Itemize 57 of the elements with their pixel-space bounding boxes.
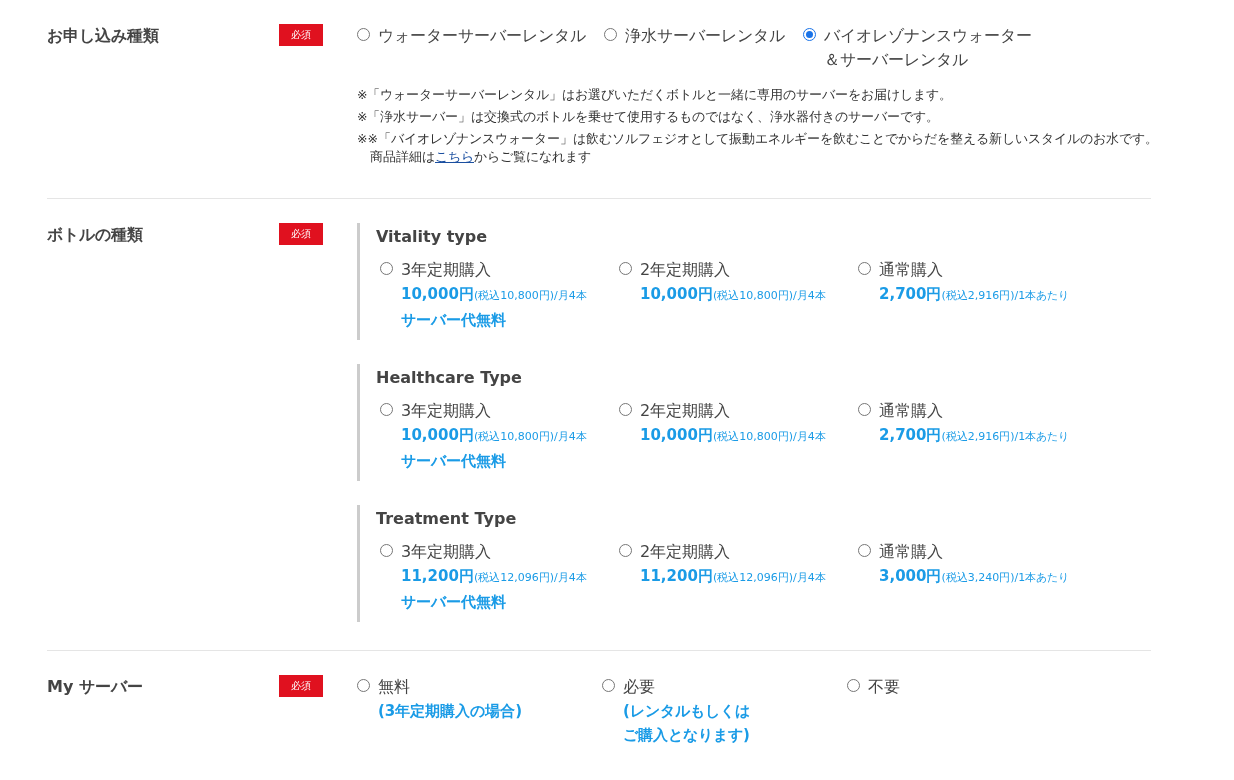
option-label: 3年定期購入 — [401, 400, 493, 422]
group-title: Healthcare Type — [376, 368, 523, 387]
radio-button[interactable] — [619, 544, 632, 557]
radio-button[interactable] — [380, 544, 393, 557]
note-text: ※※「バイオレゾナンスウォーター」は飲むソルフェジオとして振動エネルギーを飲むことでからだを整える新しいスタイルのお水です。商品詳細はこちらからご覧になれます — [357, 130, 1159, 166]
radio-button[interactable] — [604, 28, 617, 41]
radio-button[interactable] — [858, 544, 871, 557]
option-label: 3年定期購入 — [401, 541, 493, 563]
field-label: ボトルの種類 — [47, 224, 144, 246]
radio-button[interactable] — [619, 403, 632, 416]
details-link[interactable]: こちら — [435, 149, 474, 164]
option-label: 不要 — [868, 676, 900, 698]
radio-button[interactable] — [619, 262, 632, 275]
free-server-note: サーバー代無料 — [401, 451, 507, 472]
radio-button[interactable] — [380, 262, 393, 275]
note-text: ※「浄水サーバー」は交換式のボトルを乗せて使用するものではなく、浄水器付きのサーバーです。 — [357, 108, 941, 126]
required-badge: 必須 — [279, 223, 323, 245]
option-label: 通常購入 — [879, 259, 944, 281]
radio-button[interactable] — [803, 28, 816, 41]
radio-button[interactable] — [357, 679, 370, 692]
group-title: Treatment Type — [376, 509, 518, 528]
price-text: 10,000円(税込10,800円)/月4本 — [401, 284, 587, 305]
option-label: 必要 — [623, 676, 656, 698]
radio-button[interactable] — [847, 679, 860, 692]
radio-button[interactable] — [858, 403, 871, 416]
option-label: 通常購入 — [879, 541, 944, 563]
note-text: ※「ウォーターサーバーレンタル」はお選びいただくボトルと一緒に専用のサーバーをお届けします。 — [357, 86, 954, 104]
option-label: 浄水サーバーレンタル — [625, 25, 785, 47]
option-label: 2年定期購入 — [640, 541, 732, 563]
required-badge: 必須 — [279, 675, 323, 697]
field-label: お申し込み種類 — [47, 25, 160, 47]
free-server-note: サーバー代無料 — [401, 310, 507, 331]
radio-button[interactable] — [357, 28, 370, 41]
radio-button[interactable] — [380, 403, 393, 416]
option-note: (レンタルもしくはご購入となります) — [623, 701, 751, 746]
field-label: My サーバー — [47, 676, 144, 698]
price-text: 11,200円(税込12,096円)/月4本 — [401, 566, 587, 587]
option-label: ウォーターサーバーレンタル — [378, 25, 586, 47]
option-label: 2年定期購入 — [640, 259, 732, 281]
price-text: 2,700円(税込2,916円)/1本あたり — [879, 425, 1070, 446]
option-note: (3年定期購入の場合) — [378, 701, 523, 722]
price-text: 10,000円(税込10,800円)/月4本 — [640, 284, 826, 305]
option-label: 通常購入 — [879, 400, 944, 422]
option-label: 無料 — [378, 676, 411, 698]
option-label: バイオレゾナンスウォーター＆サーバーレンタル — [824, 25, 1033, 71]
price-text: 3,000円(税込3,240円)/1本あたり — [879, 566, 1070, 587]
radio-button[interactable] — [858, 262, 871, 275]
option-label: 3年定期購入 — [401, 259, 493, 281]
price-text: 10,000円(税込10,800円)/月4本 — [401, 425, 587, 446]
price-text: 2,700円(税込2,916円)/1本あたり — [879, 284, 1070, 305]
price-text: 11,200円(税込12,096円)/月4本 — [640, 566, 826, 587]
radio-button[interactable] — [602, 679, 615, 692]
price-text: 10,000円(税込10,800円)/月4本 — [640, 425, 826, 446]
required-badge: 必須 — [279, 24, 323, 46]
free-server-note: サーバー代無料 — [401, 592, 507, 613]
option-label: 2年定期購入 — [640, 400, 732, 422]
group-title: Vitality type — [376, 227, 489, 246]
